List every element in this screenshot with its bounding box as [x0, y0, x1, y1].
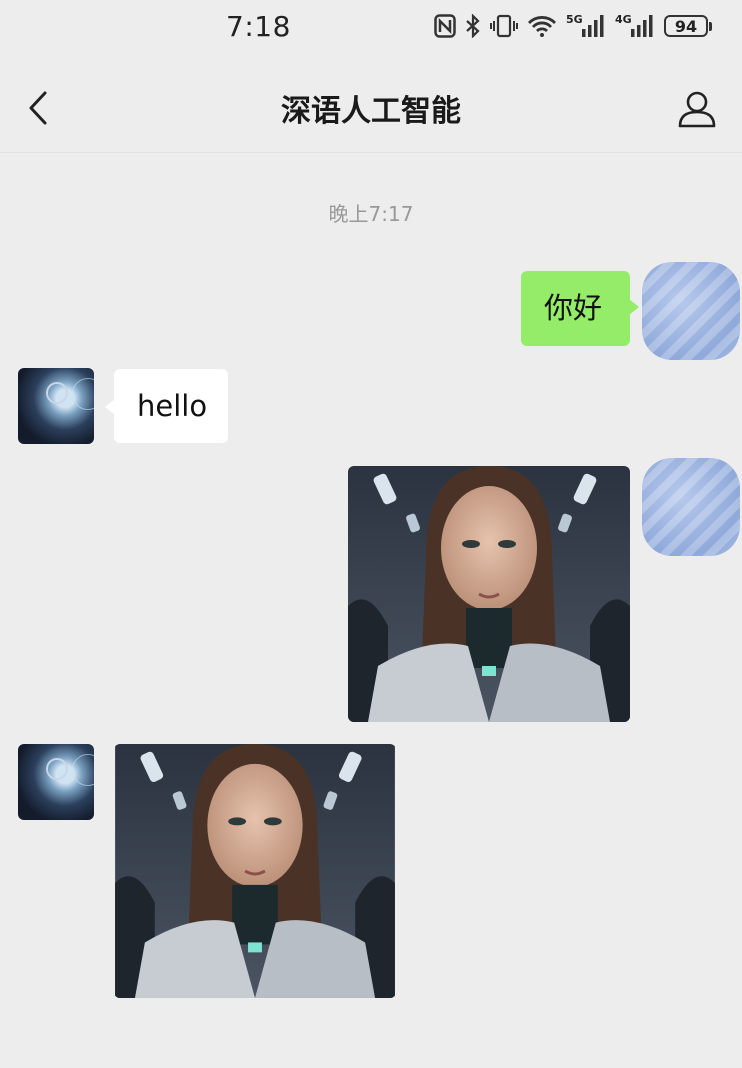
- image-message-outgoing[interactable]: [348, 466, 630, 722]
- my-avatar[interactable]: [642, 458, 740, 556]
- signal-5g-icon: 5G: [566, 13, 606, 39]
- image-message-incoming[interactable]: [114, 744, 396, 998]
- vibrate-icon: [490, 14, 518, 38]
- wifi-icon: [527, 16, 557, 37]
- message-text: hello: [137, 388, 208, 423]
- chat-info-button[interactable]: [674, 86, 720, 132]
- battery-icon: 94: [664, 15, 712, 37]
- bot-avatar[interactable]: [18, 744, 94, 820]
- message-bubble-incoming[interactable]: hello: [105, 369, 228, 443]
- message-text: 你好: [544, 291, 603, 325]
- bot-avatar[interactable]: [18, 368, 94, 444]
- status-time: 7:18: [226, 10, 291, 43]
- status-icons: 5G 4G 94: [434, 12, 712, 40]
- battery-level: 94: [674, 16, 698, 36]
- portrait-image: [115, 744, 395, 998]
- my-avatar[interactable]: [642, 262, 740, 360]
- person-icon: [678, 91, 716, 128]
- portrait-image: [348, 466, 630, 722]
- chat-title: 深语人工智能: [281, 94, 461, 129]
- message-timestamp: 晚上7:17: [328, 202, 414, 226]
- chat-header: 深语人工智能: [0, 60, 742, 153]
- signal-4g-icon: 4G: [615, 13, 655, 39]
- bluetooth-icon: [466, 14, 480, 38]
- status-bar: 7:18 5G 4G 94: [0, 0, 742, 52]
- message-bubble-outgoing[interactable]: 你好: [521, 271, 639, 346]
- nfc-icon: [434, 14, 456, 38]
